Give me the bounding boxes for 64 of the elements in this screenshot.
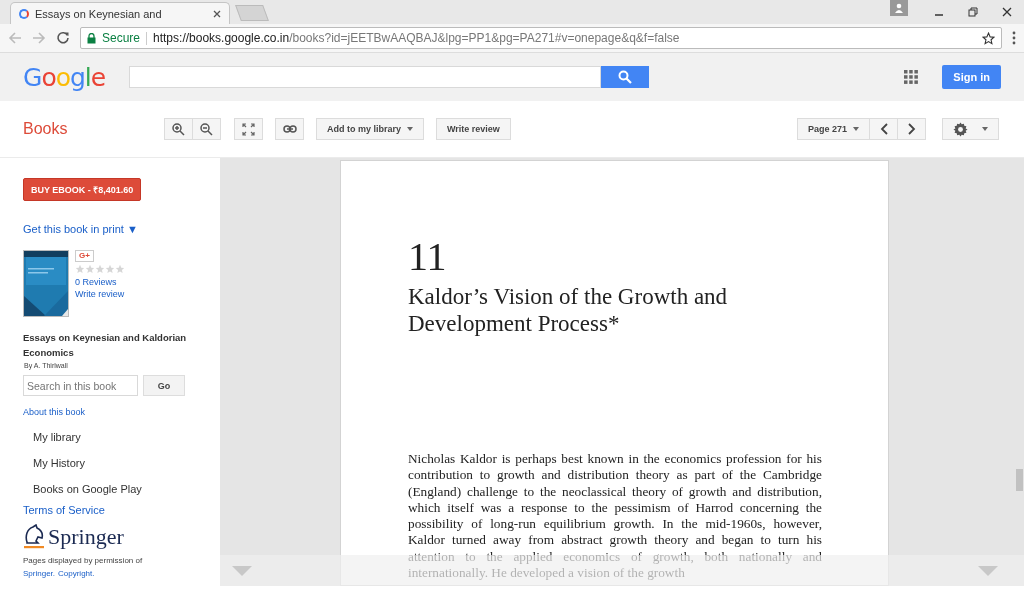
fullscreen-icon — [242, 122, 255, 136]
search-field[interactable] — [129, 66, 602, 88]
reviews-link[interactable]: 0 Reviews — [75, 276, 117, 288]
chevron-left-icon — [879, 123, 888, 135]
link-button[interactable] — [275, 118, 304, 140]
page-dropdown[interactable]: Page 271 — [796, 118, 870, 140]
zoom-in-button[interactable] — [164, 118, 193, 140]
publisher-logo-text: Springer — [48, 524, 124, 550]
permission-link[interactable]: Copyright. — [58, 569, 95, 578]
horse-head-icon — [23, 524, 45, 550]
permission-link[interactable]: Springer. — [23, 569, 56, 578]
terms-link[interactable]: Terms of Service — [23, 504, 105, 516]
star-icon — [105, 264, 115, 274]
book-title: Essays on Keynesian and Kaldorian Economics — [23, 331, 188, 360]
permission-text: Pages displayed by permission of — [23, 556, 143, 565]
link-icon — [282, 125, 297, 133]
sidebar-link[interactable]: Books on Google Play — [33, 482, 142, 496]
star-icon — [95, 264, 105, 274]
chevron-right-icon — [907, 123, 916, 135]
sidebar-link[interactable]: My History — [33, 456, 85, 470]
search-button[interactable] — [601, 66, 650, 88]
restore-icon[interactable] — [968, 7, 978, 17]
google-favicon — [19, 8, 29, 19]
close-icon[interactable] — [1002, 7, 1012, 17]
chapter-number: 11 — [408, 237, 448, 277]
go-button[interactable]: Go — [143, 375, 185, 396]
zoom-out-button[interactable] — [192, 118, 221, 140]
close-icon[interactable] — [213, 9, 221, 18]
apps-grid-icon[interactable] — [904, 70, 919, 84]
next-page-button[interactable] — [897, 118, 926, 140]
previous-page-button[interactable] — [869, 118, 898, 140]
write-review-button[interactable]: Write review — [436, 118, 511, 140]
browser-tab[interactable]: Essays on Keynesian and — [10, 2, 230, 24]
url-text: https://books.google.co.in/books?id=jEETBwAAQBAJ&lpg=PP1&pg=PA271#v=onepage&q&f=false — [153, 31, 680, 45]
lock-icon — [87, 32, 96, 44]
add-to-library-button[interactable]: Add to my library — [316, 118, 424, 140]
fullscreen-button[interactable] — [234, 118, 263, 140]
search-in-book-field[interactable]: Search in this book — [23, 375, 138, 396]
body-paragraph: Nicholas Kaldor is perhaps best known in the economics profession for his contribution to growth and distribution theory as part of the Cambridge (England) challenge to the neoclassical theory of growth and distribution, which itself was a response to the pessimism of Harrod concerning the possibility of long-run equilibrium growth. In the mid-1960s, however, Kaldor turned away from abstract growth theory and began to turn his attention to the applied economics of growth, both nationally and internationally. He developed a vision of the growth — [408, 451, 822, 582]
books-title[interactable]: Books — [23, 120, 164, 138]
zoom-out-icon — [200, 122, 213, 136]
about-book-link[interactable]: About this book — [23, 406, 86, 418]
get-in-print-link[interactable]: Get this book in print ▼ — [23, 223, 138, 235]
buy-ebook-button[interactable]: BUY EBOOK - ₹8,401.60 — [23, 178, 142, 201]
write-review-link[interactable]: Write review — [75, 288, 125, 300]
star-icon[interactable] — [982, 31, 995, 45]
gear-icon — [953, 121, 968, 137]
user-icon[interactable] — [890, 0, 908, 16]
sign-in-button[interactable]: Sign in — [942, 65, 1001, 89]
secure-label: Secure — [102, 31, 141, 45]
scrollbar-thumb[interactable] — [1016, 469, 1023, 491]
menu-icon[interactable] — [1012, 31, 1016, 45]
star-icon — [85, 264, 95, 274]
zoom-in-icon — [172, 122, 185, 136]
reload-icon[interactable] — [56, 31, 70, 45]
sidebar-link[interactable]: My library — [33, 430, 81, 444]
star-icon — [115, 264, 125, 274]
star-icon — [75, 264, 85, 274]
settings-button[interactable] — [942, 118, 999, 140]
search-icon — [618, 70, 633, 84]
google-logo[interactable]: Google — [23, 62, 106, 92]
address-bar[interactable]: Secure https://books.google.co.in/books?id=jEETBwAAQBAJ&lpg=PP1&pg=PA271#v=onepage&q&f=false — [80, 27, 1002, 49]
chapter-title: Kaldor’s Vision of the Growth and Development Process* — [408, 283, 729, 337]
google-plus-button[interactable]: G+ — [75, 250, 94, 262]
